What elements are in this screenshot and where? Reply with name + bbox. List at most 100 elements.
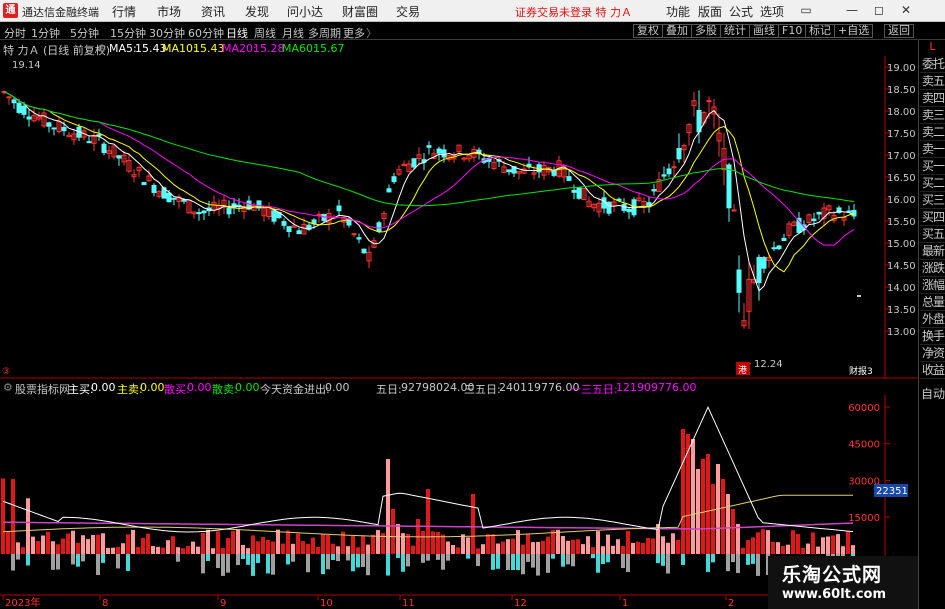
- menu-hangqing[interactable]: 行情: [112, 3, 136, 20]
- diejia-button[interactable]: 叠加: [662, 24, 692, 38]
- panel-buy5[interactable]: 买五: [920, 226, 945, 243]
- candle-body: [846, 210, 852, 213]
- price-tick-label: 15.50: [887, 217, 916, 228]
- flow-bar-down: [321, 554, 325, 575]
- candle-body: [181, 199, 187, 202]
- period-monthly[interactable]: 月线: [282, 25, 304, 41]
- flow-bar-up: [801, 547, 805, 554]
- candlestick-chart[interactable]: 19.00 18.50 18.00 17.50 17.00 16.50 16.00 15.50…: [0, 56, 918, 379]
- candle-body: [576, 187, 582, 199]
- panel-buy1[interactable]: 买一: [920, 158, 945, 175]
- panel-turnover[interactable]: 换手: [920, 328, 945, 345]
- maximize-icon[interactable]: ◻: [869, 1, 889, 20]
- biaoji-button[interactable]: 标记: [805, 24, 835, 38]
- more-chevron-icon[interactable]: 〉: [366, 25, 377, 41]
- panel-latest[interactable]: 最新: [920, 243, 945, 260]
- vol-tick-label: 60000: [848, 403, 880, 414]
- panel-outer[interactable]: 外盘: [920, 311, 945, 328]
- period-60min[interactable]: 60分钟: [188, 25, 224, 41]
- duogu-button[interactable]: 多股: [691, 24, 721, 38]
- flow-bar-up: [851, 545, 855, 554]
- indicator-settings-icon[interactable]: ⚙: [3, 381, 13, 394]
- add-watchlist-button[interactable]: +自选: [834, 24, 874, 38]
- panel-buy4[interactable]: 买四: [920, 209, 945, 226]
- period-15min[interactable]: 15分钟: [110, 25, 146, 41]
- panel-earnings[interactable]: 收益: [920, 362, 945, 379]
- period-1min[interactable]: 1分钟: [31, 25, 60, 41]
- panel-volume[interactable]: 总量: [920, 294, 945, 311]
- candle-body: [771, 247, 777, 250]
- date-tick-label: 10: [320, 598, 333, 609]
- period-multi[interactable]: 多周期: [308, 25, 341, 41]
- period-more[interactable]: 更多: [343, 25, 365, 41]
- period-30min[interactable]: 30分钟: [149, 25, 185, 41]
- quote-side-panel: L 委托 卖五 卖四 卖三 卖二 卖一 买一 买二 买三 买四 买五 最新 涨跌…: [918, 40, 945, 609]
- close-icon[interactable]: ✕: [896, 1, 916, 20]
- badge-left[interactable]: ③: [2, 367, 10, 377]
- menu-xuanxiang[interactable]: 选项: [760, 3, 784, 20]
- menu-gongneng[interactable]: 功能: [666, 3, 690, 20]
- indicator-info-line: ⚙ 股票指标网 主买: 0.00 主卖: 0.00 散买: 0.00 散卖: 0…: [0, 379, 885, 396]
- menu-shichang[interactable]: 市场: [157, 3, 181, 20]
- panel-sell4[interactable]: 卖四: [920, 90, 945, 107]
- flow-bar-up: [251, 535, 255, 554]
- badge-red-text: 港: [738, 364, 747, 376]
- panel-sell5[interactable]: 卖五: [920, 73, 945, 90]
- f10-button[interactable]: F10: [778, 24, 807, 38]
- panel-change-pct[interactable]: 涨幅: [920, 277, 945, 294]
- flow-bar-down: [401, 554, 405, 572]
- app-logo-icon: 通: [3, 3, 18, 18]
- panel-netasset[interactable]: 净资: [920, 345, 945, 362]
- panel-sell1[interactable]: 卖一: [920, 141, 945, 158]
- menu-faxian[interactable]: 发现: [245, 3, 269, 20]
- period-5min[interactable]: 5分钟: [70, 25, 99, 41]
- menu-wenxiaoda[interactable]: 问小达: [287, 3, 323, 20]
- flow-bar-up: [831, 535, 835, 554]
- period-weekly[interactable]: 周线: [254, 25, 276, 41]
- menu-jiaoyi[interactable]: 交易: [396, 3, 420, 20]
- flow-bar-down: [626, 554, 630, 572]
- menu-zixun[interactable]: 资讯: [201, 3, 225, 20]
- minimize-icon[interactable]: —: [842, 1, 862, 20]
- financial-report-badge[interactable]: 财报3: [849, 365, 873, 377]
- menu-banmian[interactable]: 版面: [698, 3, 722, 20]
- panel-weituo[interactable]: 委托: [920, 56, 945, 73]
- flow-bar-up: [536, 541, 540, 554]
- settings-icon[interactable]: ⚙: [97, 42, 107, 55]
- candle-body: [706, 100, 712, 103]
- flow-bar-up: [596, 531, 600, 554]
- panel-buy2[interactable]: 买二: [920, 175, 945, 192]
- period-daily[interactable]: 日线: [226, 25, 248, 41]
- restore-icon[interactable]: ▭: [796, 1, 816, 20]
- period-fenshi[interactable]: 分时: [4, 25, 26, 41]
- flow-bar-up: [771, 541, 775, 554]
- flow-bar-down: [731, 554, 735, 563]
- flow-bar-up: [666, 542, 670, 554]
- fuquan-button[interactable]: 复权: [633, 24, 663, 38]
- back-button[interactable]: 返回: [884, 24, 914, 38]
- panel-sell3[interactable]: 卖三: [920, 107, 945, 124]
- candle-body: [16, 102, 22, 113]
- flow-bar-down: [496, 554, 500, 569]
- panel-sell2[interactable]: 卖二: [920, 124, 945, 141]
- huaxian-button[interactable]: 画线: [749, 24, 779, 38]
- flow-bar-down: [116, 554, 120, 569]
- flow-bar-down: [366, 554, 370, 576]
- menu-caifuquan[interactable]: 财富圈: [342, 3, 378, 20]
- flow-bar-down: [516, 554, 520, 571]
- flow-bar-up: [481, 544, 485, 554]
- flow-bar-up: [36, 541, 40, 554]
- panel-buy3[interactable]: 买三: [920, 192, 945, 209]
- tongji-button[interactable]: 统计: [720, 24, 750, 38]
- flow-bar-up: [766, 530, 770, 554]
- low-marker-label: 12.24: [754, 359, 783, 370]
- menu-gongshi[interactable]: 公式: [729, 3, 753, 20]
- flow-bar-up: [186, 545, 190, 554]
- candle-body: [776, 245, 782, 250]
- ma10-label: MA10:: [162, 42, 197, 55]
- flow-bar-down: [511, 554, 515, 571]
- price-tick-label: 18.00: [887, 107, 916, 118]
- panel-change[interactable]: 涨跌: [920, 260, 945, 277]
- auto-button[interactable]: 自动: [920, 385, 945, 401]
- candle-body: [336, 205, 342, 212]
